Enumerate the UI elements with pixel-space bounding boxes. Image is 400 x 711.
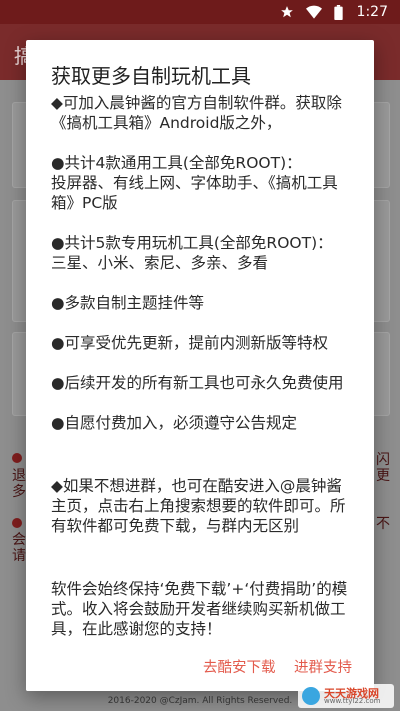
watermark-logo-icon — [302, 687, 320, 705]
battery-icon — [333, 4, 343, 20]
dialog-paragraph: ◆可加入晨钟酱的官方自制软件群。获取除《搞机工具箱》Android版之外， — [51, 94, 342, 132]
join-group-button[interactable]: 进群支持 — [294, 656, 352, 677]
watermark-url: www.ttyl22.com — [324, 697, 381, 705]
dialog-title: 获取更多自制玩机工具 — [51, 64, 251, 88]
background-bullet — [12, 453, 22, 463]
background-text: 会 请 — [12, 532, 26, 564]
background-text: 退 多 — [12, 468, 26, 500]
dialog-body[interactable]: ◆可加入晨钟酱的官方自制软件群。获取除《搞机工具箱》Android版之外， ●共… — [51, 93, 351, 643]
dialog-paragraph: ●共计5款专用玩机工具(全部免ROOT)： 三星、小米、索尼、多亲、多看 — [51, 234, 333, 272]
background-text: 闪 更 — [376, 452, 390, 484]
status-bar: 1:27 — [0, 0, 400, 24]
dialog-paragraph: ●自愿付费加入，必须遵守公告规定 — [51, 414, 298, 432]
coolapk-download-button[interactable]: 去酷安下载 — [203, 656, 276, 677]
background-bullet — [12, 518, 22, 528]
dialog-paragraph: 软件会始终保持‘免费下载’+‘付费捐助’的模式。收入将会鼓励开发者继续购买新机做… — [51, 580, 348, 638]
wifi-icon — [305, 5, 322, 19]
site-watermark: 天天游戏网 www.ttyl22.com — [298, 684, 394, 708]
background-text: 不 — [376, 516, 390, 532]
dialog-paragraph: ●共计4款通用工具(全部免ROOT)： 投屏器、有线上网、字体助手、《搞机工具箱… — [51, 154, 338, 212]
dialog-paragraph: ●可享受优先更新，提前内测新版等特权 — [51, 334, 329, 352]
star-icon — [280, 6, 293, 18]
dialog-paragraph: ◆如果不想进群，也可在酷安进入@晨钟酱 主页，点击右上角搜索想要的软件即可。所有… — [51, 477, 347, 535]
dialog-paragraph: ●后续开发的所有新工具也可永久免费使用 — [51, 374, 344, 392]
info-dialog: 获取更多自制玩机工具 ◆可加入晨钟酱的官方自制软件群。获取除《搞机工具箱》And… — [26, 40, 374, 691]
dialog-paragraph: ●多款自制主题挂件等 — [51, 294, 205, 312]
status-time: 1:27 — [356, 4, 388, 20]
